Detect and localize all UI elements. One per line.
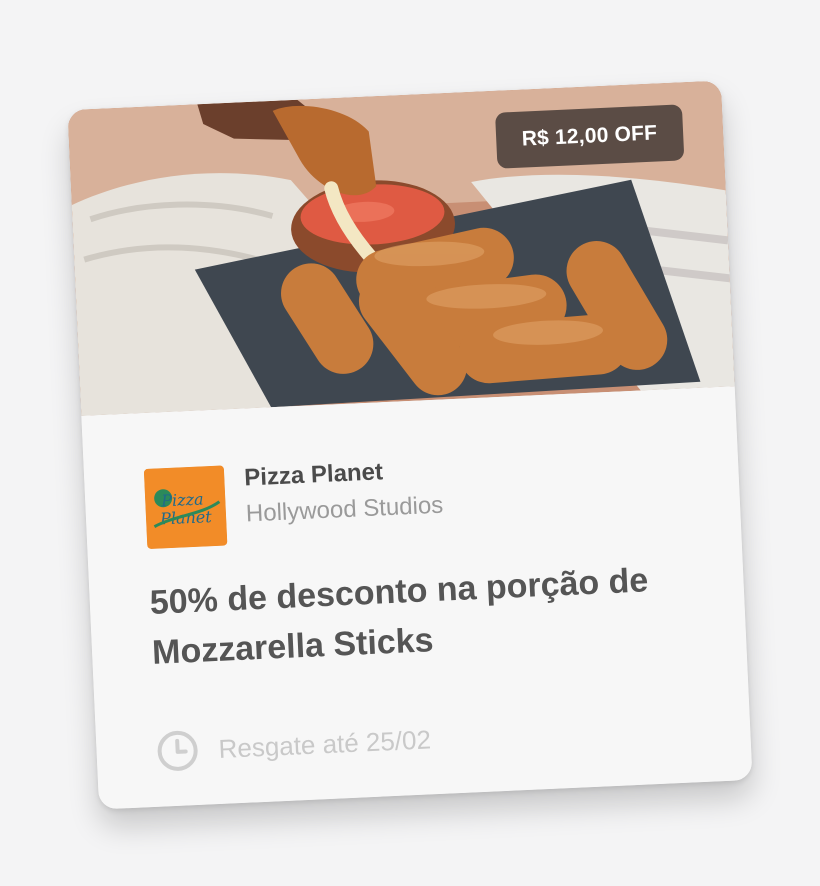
merchant-info: Pizza Planet Hollywood Studios	[244, 456, 444, 529]
offer-content: Pizza Planet Pizza Planet Hollywood Stud…	[81, 386, 753, 810]
pizza-planet-logo-icon: Pizza Planet	[143, 465, 228, 550]
discount-badge: R$ 12,00 OFF	[494, 104, 685, 169]
page-stage: R$ 12,00 OFF Pizza Planet Pizza Planet H…	[0, 0, 820, 886]
merchant-name: Pizza Planet	[243, 458, 384, 492]
clock-icon	[157, 730, 198, 771]
redeem-date-text: Resgate até 25/02	[217, 723, 432, 764]
offer-photo: R$ 12,00 OFF	[67, 80, 735, 416]
redeem-deadline: Resgate até 25/02	[156, 718, 432, 772]
offer-card[interactable]: R$ 12,00 OFF Pizza Planet Pizza Planet H…	[67, 80, 753, 810]
merchant-logo: Pizza Planet	[143, 465, 228, 550]
offer-title: 50% de desconto na porção de Mozzarella …	[149, 561, 650, 672]
merchant-location: Hollywood Studios	[245, 491, 444, 528]
